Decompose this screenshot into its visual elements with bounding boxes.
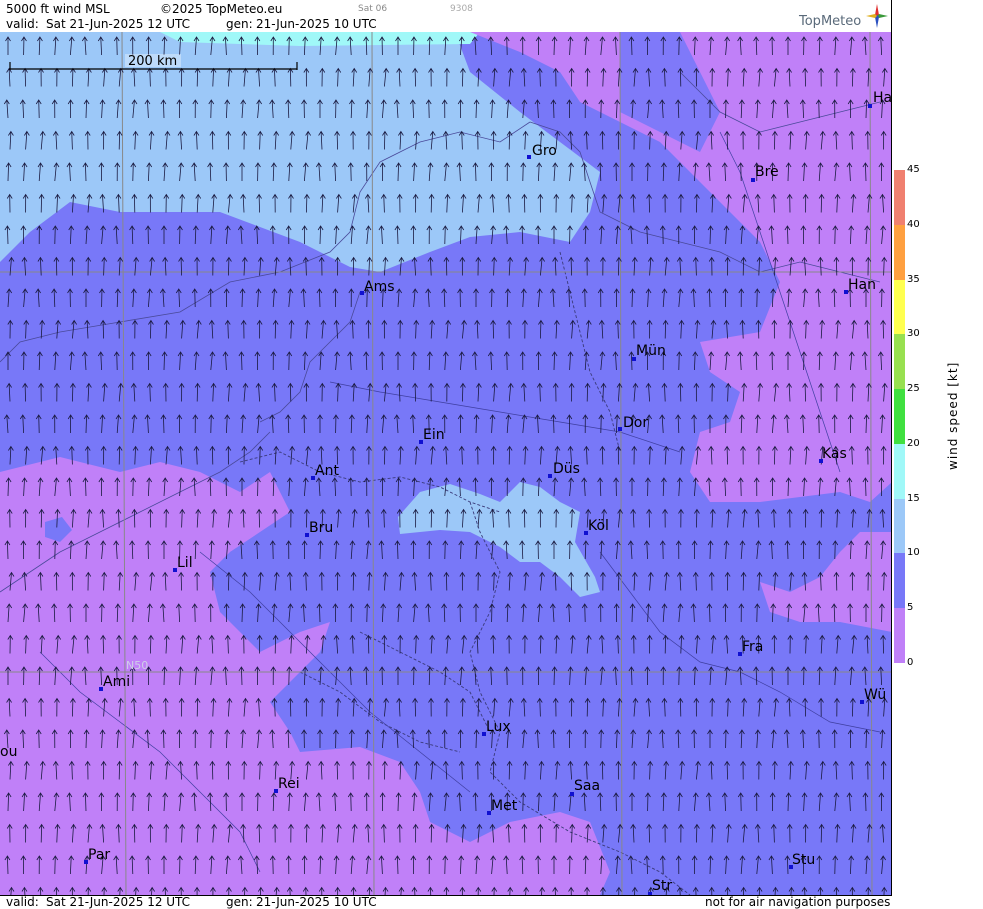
colorbar-title: wind speed [kt] [946,361,960,470]
city-wu: Wü [860,687,886,704]
city-mun: Mün [632,343,666,361]
colorbar-segment [894,224,905,281]
logo-text: TopMeteo [799,14,862,29]
svg-text:Saa: Saa [574,778,600,794]
header-valid-time: Sat 21-Jun-2025 12 UTC [46,17,191,31]
city-dor: Dor [618,415,648,431]
disclaimer: not for air navigation purposes [705,895,891,909]
colorbar-tick-label: 15 [907,492,920,504]
city-fra: Fra [738,639,763,656]
city-str: Str [648,878,672,895]
colorbar-tick-label: 20 [907,437,920,449]
city-par: Par [84,847,110,864]
city-kas: Kas [819,446,847,463]
city-han: Han [844,277,876,294]
city-ami: Ami [99,674,130,691]
svg-text:Rei: Rei [278,776,300,792]
header-gen-label: gen: [226,17,253,31]
footer-valid-time: Sat 21-Jun-2025 12 UTC [46,895,191,909]
svg-text:Han: Han [848,277,876,293]
colorbar-tick-label: 10 [907,547,920,559]
svg-text:Met: Met [491,798,518,814]
run-tag: Sat 06 [358,4,388,14]
svg-text:Par: Par [88,847,110,863]
scale-label: 200 km [128,54,177,69]
colorbar-tick-label: 45 [907,164,920,175]
map-title: 5000 ft wind MSL [6,2,110,16]
footer-valid-label: valid: [6,895,39,909]
colorbar-tick-label: 30 [907,328,920,340]
svg-text:Lil: Lil [177,555,193,571]
city-bre: Bre [751,164,779,182]
colorbar-tick-label: 35 [907,273,920,285]
copyright: ©2025 TopMeteo.eu [160,2,283,16]
footer-gen-time: 21-Jun-2025 10 UTC [256,895,377,909]
city-ou: ou [0,744,17,760]
svg-text:Fra: Fra [742,639,763,655]
colorbar-tick-label: 25 [907,383,920,395]
svg-text:Bre: Bre [755,164,779,180]
svg-text:Mün: Mün [636,343,666,359]
colorbar-tick-label: 5 [907,602,914,614]
colorbar-segment [894,553,905,609]
city-ant: Ant [311,463,339,480]
footer-gen-label: gen: [226,895,253,909]
colorbar-segment [894,608,905,664]
svg-text:Ha: Ha [873,90,892,106]
colorbar-segment [894,170,905,226]
city-bru: Bru [305,520,333,537]
wind-map: 200 km N50 Ha Gro Bre Ams Han Mün Dor Ei… [0,32,892,895]
colorbar-segment [894,389,905,445]
city-saa: Saa [570,778,600,796]
city-lux: Lux [482,719,511,736]
colorbar-segment [894,498,905,554]
city-kol: Köl [584,518,609,535]
svg-text:Kas: Kas [822,446,847,462]
city-dus: Düs [548,461,580,478]
code: 9308 [450,4,473,14]
svg-text:Lux: Lux [486,719,511,735]
city-ein: Ein [419,427,445,444]
city-stu: Stu [789,852,815,869]
city-rei: Rei [274,776,300,793]
colorbar-segment [894,279,905,335]
svg-text:Ein: Ein [423,427,445,443]
svg-text:Köl: Köl [588,518,609,534]
colorbar-segment [894,443,905,500]
city-ams: Ams [360,279,395,295]
svg-text:Str: Str [652,878,672,894]
colorbar-tick-label: 0 [907,657,914,668]
svg-text:Düs: Düs [553,461,580,477]
colorbar-tick-label: 40 [907,218,920,230]
svg-text:ou: ou [0,744,17,760]
header-valid-label: valid: [6,17,39,31]
colorbar-segment [894,334,905,390]
svg-text:Ams: Ams [364,279,395,295]
svg-text:Stu: Stu [792,852,815,868]
grid-label-n50: N50 [126,659,148,672]
city-met: Met [487,798,518,815]
svg-text:Ant: Ant [315,463,339,479]
header-gen-time: 21-Jun-2025 10 UTC [256,17,377,31]
svg-text:Bru: Bru [309,520,333,536]
svg-text:Ami: Ami [103,674,130,690]
svg-text:Gro: Gro [532,143,557,159]
compass-logo-icon [866,4,888,28]
map-border [891,0,892,895]
city-gro: Gro [527,143,557,159]
svg-text:Dor: Dor [623,415,648,431]
svg-text:Wü: Wü [864,687,886,703]
colorbar [894,170,905,664]
